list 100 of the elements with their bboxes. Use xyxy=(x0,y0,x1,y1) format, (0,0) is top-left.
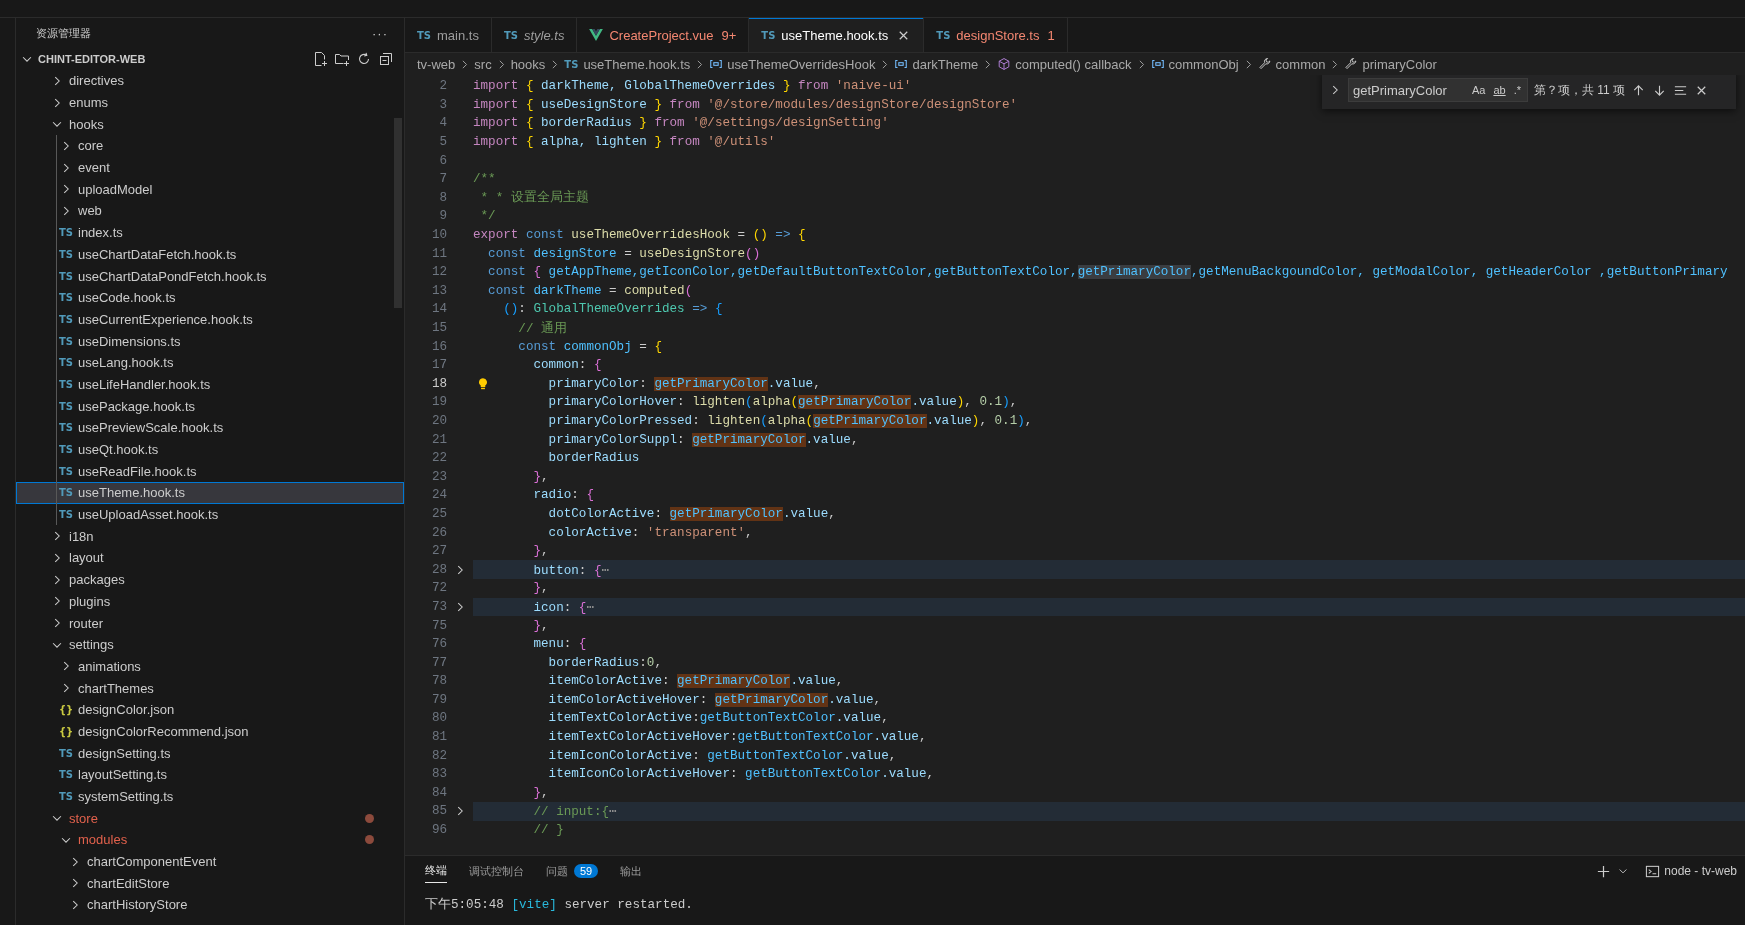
tree-item[interactable]: TS designSetting.ts xyxy=(16,742,404,764)
code-line: }, xyxy=(532,618,549,633)
tree-item[interactable]: TS index.ts xyxy=(16,221,404,244)
code-line: primaryColor: getPrimaryColor.value, xyxy=(547,376,821,391)
code-line: icon: {⋯ xyxy=(532,599,594,615)
lightbulb-icon[interactable] xyxy=(476,376,490,391)
editor-tab[interactable]: TS style.ts xyxy=(491,18,578,52)
tree-item[interactable]: TS useLifeHandler.hook.ts xyxy=(16,373,404,396)
tree-item[interactable]: {} designColorRecommend.json xyxy=(16,720,404,743)
tree-item[interactable]: TS systemSetting.ts xyxy=(16,785,404,808)
file-type-icon: TS xyxy=(59,227,73,239)
breadcrumb-item[interactable]: common xyxy=(1257,56,1326,72)
line-number: 76 xyxy=(430,637,447,652)
find-option-toggle[interactable]: ab xyxy=(1491,84,1508,96)
tree-item[interactable]: TS useUploadAsset.hook.ts xyxy=(16,503,404,526)
tree-item[interactable]: TS layoutSetting.ts xyxy=(16,764,404,786)
breadcrumb-item[interactable]: commonObj xyxy=(1150,56,1239,72)
tree-item[interactable]: web xyxy=(16,200,404,222)
line-number: 2 xyxy=(438,79,447,94)
terminal-selector[interactable]: node - tv-web xyxy=(1645,863,1737,879)
plus-icon[interactable] xyxy=(1596,863,1612,879)
breadcrumb-item[interactable]: src xyxy=(474,56,492,72)
tree-item[interactable]: uploadModel xyxy=(16,178,404,201)
editor-tab[interactable]: TS useTheme.hook.ts xyxy=(749,18,925,52)
file-type-icon: TS xyxy=(59,248,73,260)
breadcrumb-item[interactable]: useThemeOverridesHook xyxy=(709,56,876,72)
tree-item[interactable]: TS useChartDataPondFetch.hook.ts xyxy=(16,265,404,287)
code-line: borderRadius:0, xyxy=(547,655,662,670)
new-file-icon[interactable] xyxy=(312,51,328,67)
tree-item[interactable]: core xyxy=(16,135,404,157)
new-folder-icon[interactable] xyxy=(334,51,350,67)
tree-item[interactable]: animations xyxy=(16,655,404,678)
panel-tab[interactable]: 输出 xyxy=(620,859,643,883)
tree-item[interactable]: event xyxy=(16,156,404,179)
tree-item[interactable]: TS useQt.hook.ts xyxy=(16,438,404,461)
scrollbar-thumb[interactable] xyxy=(394,118,402,308)
tree-item[interactable]: plugins xyxy=(16,590,404,613)
file-type-icon: TS xyxy=(59,747,73,759)
line-number: 6 xyxy=(438,153,447,168)
collapse-all-icon[interactable] xyxy=(378,51,394,67)
line-number: 73 xyxy=(430,599,447,614)
code-line: // 通用 xyxy=(517,320,568,337)
tree-item[interactable]: TS useDimensions.ts xyxy=(16,330,404,352)
panel-tab[interactable]: 问题 59 xyxy=(546,859,599,883)
breadcrumb-item[interactable]: primaryColor xyxy=(1344,56,1437,72)
line-number: 80 xyxy=(430,711,447,726)
more-actions-button[interactable]: ··· xyxy=(372,25,388,41)
tree-item[interactable]: store xyxy=(16,807,404,830)
breadcrumb-item[interactable]: darkTheme xyxy=(894,56,979,72)
line-number: 11 xyxy=(430,246,447,261)
tree-item[interactable]: TS useCurrentExperience.hook.ts xyxy=(16,308,404,331)
tree-item[interactable]: layout xyxy=(16,547,404,569)
tree-item[interactable]: packages xyxy=(16,568,404,591)
find-input-field[interactable]: getPrimaryColor Aa ab .* xyxy=(1348,78,1528,102)
code-line: }, xyxy=(532,785,549,800)
line-number: 9 xyxy=(438,209,447,224)
tree-item[interactable]: TS useTheme.hook.ts xyxy=(16,482,404,504)
tree-item[interactable]: TS useCode.hook.ts xyxy=(16,286,404,309)
tree-item[interactable]: TS useReadFile.hook.ts xyxy=(16,460,404,483)
tree-item[interactable]: modules xyxy=(16,829,404,851)
tree-item[interactable]: directives xyxy=(16,70,404,92)
panel-tab[interactable]: 调试控制台 xyxy=(469,859,524,883)
find-option-toggle[interactable]: .* xyxy=(1511,84,1523,96)
file-type-icon: TS xyxy=(59,487,73,499)
breadcrumb-item[interactable]: hooks xyxy=(510,56,546,72)
project-header[interactable]: CHINT-EDITOR-WEB xyxy=(16,48,404,70)
tree-item[interactable]: chartEditStore xyxy=(16,872,404,895)
file-type-icon: TS xyxy=(59,357,73,369)
line-number: 21 xyxy=(430,432,447,447)
tree-item[interactable]: enums xyxy=(16,91,404,114)
tree-item[interactable]: chartComponentEvent xyxy=(16,850,404,873)
tree-item[interactable]: router xyxy=(16,612,404,634)
tree-item[interactable]: chartThemes xyxy=(16,677,404,699)
terminal-line: 下午5:05:48 [vite] server restarted. xyxy=(424,896,693,913)
tree-item[interactable]: chartHistoryStore xyxy=(16,894,404,916)
tree-item[interactable]: TS useLang.hook.ts xyxy=(16,351,404,374)
code-line: // input:{⋯ xyxy=(532,804,617,820)
tree-item[interactable]: {} designColor.json xyxy=(16,698,404,721)
cube-icon xyxy=(997,57,1012,71)
tree-item[interactable]: hooks xyxy=(16,113,404,136)
code-line: */ xyxy=(479,209,496,224)
panel-tab[interactable]: 终端 xyxy=(425,859,447,883)
refresh-icon[interactable] xyxy=(356,51,372,67)
breadcrumb-item[interactable]: tv-web xyxy=(417,56,456,72)
file-type-icon: TS xyxy=(59,769,73,781)
line-number: 23 xyxy=(430,469,447,484)
breadcrumb-item[interactable]: computed() callback xyxy=(997,56,1132,72)
tree-item[interactable]: i18n xyxy=(16,525,404,548)
line-number: 83 xyxy=(430,767,447,782)
breadcrumb-item[interactable]: TS useTheme.hook.ts xyxy=(564,56,691,72)
editor-tab[interactable]: TS main.ts xyxy=(405,18,492,52)
tree-item[interactable]: TS useChartDataFetch.hook.ts xyxy=(16,243,404,266)
find-option-toggle[interactable]: Aa xyxy=(1469,84,1488,96)
tree-item[interactable]: TS usePreviewScale.hook.ts xyxy=(16,417,404,439)
editor-tab[interactable]: TS designStore.ts 1 xyxy=(924,18,1068,52)
variable-icon xyxy=(709,57,724,71)
tree-item[interactable]: settings xyxy=(16,633,404,656)
tree-item[interactable]: TS usePackage.hook.ts xyxy=(16,395,404,417)
line-number: 25 xyxy=(430,506,447,521)
file-type-icon: TS xyxy=(59,509,73,521)
